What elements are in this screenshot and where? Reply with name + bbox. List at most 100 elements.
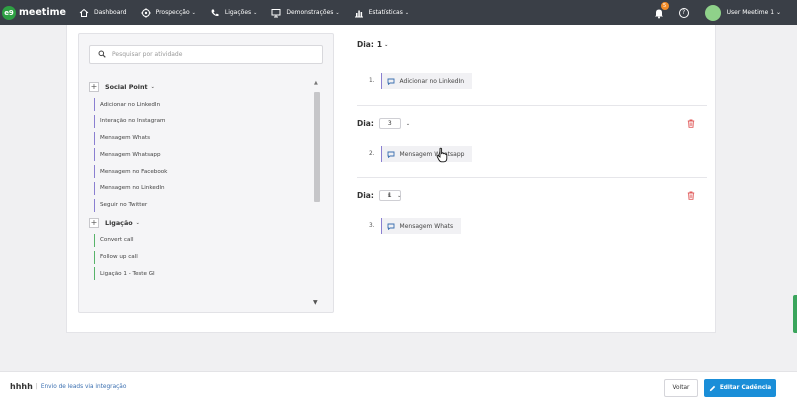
list-item[interactable]: Mensagem no Facebook (94, 165, 323, 179)
chevron-down-icon[interactable]: ⌄ (406, 121, 410, 127)
add-group-button[interactable]: + (89, 82, 99, 92)
logo-text: meetime (19, 7, 66, 18)
phone-icon (210, 8, 220, 18)
search-icon (98, 50, 106, 60)
cadence-name: hhhh (10, 382, 33, 391)
number-stepper-icon[interactable]: ⇕ (387, 193, 391, 199)
activity-scrollbar[interactable]: ▲ ▼ (313, 80, 321, 306)
list-item[interactable]: Interação no Instagram (94, 114, 323, 128)
day-header: Dia: 3 ⌄ (357, 118, 707, 129)
chevron-down-icon: ⌄ (404, 9, 410, 16)
group-title: Ligação (105, 218, 133, 227)
user-menu[interactable]: User Meetime 1 ⌄ (727, 9, 781, 16)
step-label: Adicionar no LinkedIn (399, 77, 465, 85)
hand-cursor-icon (436, 147, 448, 163)
top-navbar: e9 meetime Dashboard Prospecção ⌄ Ligaçõ… (0, 0, 797, 25)
scroll-up-arrow-icon[interactable]: ▲ (314, 80, 318, 86)
bar-chart-icon (354, 8, 364, 18)
day-header[interactable]: Dia: 1 ⌄ (357, 40, 707, 49)
nav-ligacoes[interactable]: Ligações ⌄ (210, 8, 258, 18)
chevron-down-icon[interactable]: ⌄ (397, 193, 401, 199)
notifications-button[interactable]: 5 (653, 1, 669, 21)
day-value: 1 (376, 40, 383, 49)
trash-icon[interactable] (687, 119, 695, 128)
day-label: Dia: (357, 119, 374, 128)
bottom-bar: hhhh | Envio de leads via integração Vol… (0, 371, 797, 401)
divider (357, 105, 707, 106)
group-title: Social Point (105, 83, 148, 91)
scroll-thumb[interactable] (314, 92, 320, 202)
nav-label: Estatísticas (368, 9, 403, 16)
monitor-icon (271, 8, 281, 18)
bell-icon (653, 9, 665, 21)
list-item[interactable]: Adicionar no LinkedIn (94, 98, 323, 111)
list-item[interactable]: Follow up call (94, 250, 323, 264)
notification-badge: 5 (660, 1, 669, 10)
nav-label: Ligações (224, 9, 252, 16)
cadence-editor-card: + Social Point ⌄ Adicionar no LinkedIn I… (66, 25, 716, 333)
step-chip[interactable]: Adicionar no LinkedIn (380, 73, 473, 89)
day-label: Dia: (357, 191, 374, 200)
day-header: Dia: 1 ⇕ ⌄ (357, 190, 707, 201)
brand-logo[interactable]: e9 meetime (0, 5, 70, 20)
step-number: 1. (369, 78, 375, 84)
chevron-down-icon: ⌄ (335, 9, 340, 16)
nav-label: Dashboard (94, 9, 127, 16)
target-icon (140, 7, 151, 18)
list-item[interactable]: Convert call (94, 233, 323, 247)
trash-icon[interactable] (687, 191, 695, 200)
step-number: 3. (369, 223, 375, 229)
divider (357, 177, 707, 178)
separator: | (35, 383, 38, 390)
chevron-down-icon: ⌄ (191, 9, 196, 16)
cadence-description: Envio de leads via integração (40, 383, 127, 390)
logo-mark: e9 (2, 5, 16, 20)
chat-icon (387, 223, 395, 230)
group-header-social-point[interactable]: + Social Point ⌄ (89, 80, 323, 94)
chevron-down-icon: ⌄ (135, 219, 140, 226)
step-row: 2. Mensagem Whatsapp (369, 146, 473, 162)
step-label: Mensagem Whatsapp (399, 150, 465, 158)
list-item[interactable]: Seguir no Twitter (94, 198, 323, 212)
activity-list: + Social Point ⌄ Adicionar no LinkedIn I… (89, 80, 323, 306)
list-item[interactable]: Mensagem Whatsapp (94, 148, 323, 162)
nav-label: Demonstrações (286, 9, 334, 16)
chevron-down-icon: ⌄ (150, 84, 155, 90)
step-chip[interactable]: Mensagem Whats (380, 218, 462, 234)
chat-icon (387, 151, 395, 158)
help-icon[interactable]: ? (678, 7, 689, 18)
step-number: 2. (369, 151, 375, 157)
list-item[interactable]: Ligação 1 - Teste GI (94, 267, 323, 281)
chat-icon (387, 78, 395, 85)
avatar[interactable] (704, 4, 721, 21)
nav-demonstracoes[interactable]: Demonstrações ⌄ (271, 8, 340, 18)
chevron-down-icon: ⌄ (384, 41, 389, 48)
chevron-down-icon: ⌄ (253, 9, 258, 16)
day-block-2: Dia: 3 ⌄ (357, 118, 707, 129)
step-label: Mensagem Whats (399, 222, 454, 230)
side-feedback-tab[interactable] (793, 295, 797, 333)
day-input[interactable]: 3 (378, 118, 401, 129)
nav-label: Prospecção (155, 9, 190, 16)
search-input[interactable] (112, 51, 312, 58)
activity-search[interactable] (89, 45, 323, 64)
add-group-button[interactable]: + (89, 217, 99, 228)
pencil-icon (709, 385, 716, 392)
step-row: 1. Adicionar no LinkedIn (369, 73, 473, 89)
nav-dashboard[interactable]: Dashboard (79, 8, 127, 18)
group-header-ligacao[interactable]: + Ligação ⌄ (89, 216, 323, 230)
scroll-down-arrow-icon[interactable]: ▼ (313, 299, 318, 306)
list-item[interactable]: Mensagem no LinkedIn (94, 181, 323, 195)
list-item[interactable]: Mensagem Whats (94, 131, 323, 145)
step-chip[interactable]: Mensagem Whatsapp (380, 146, 473, 162)
activity-panel: + Social Point ⌄ Adicionar no LinkedIn I… (78, 33, 334, 313)
nav-estatisticas[interactable]: Estatísticas ⌄ (354, 8, 409, 18)
back-button[interactable]: Voltar (664, 379, 698, 397)
day-block-3: Dia: 1 ⇕ ⌄ (357, 190, 707, 201)
edit-cadence-button[interactable]: Editar Cadência (704, 379, 776, 397)
edit-cadence-label: Editar Cadência (719, 385, 772, 391)
step-row: 3. Mensagem Whats (369, 218, 462, 234)
nav-prospeccao[interactable]: Prospecção ⌄ (140, 7, 196, 18)
day-label: Dia: (357, 40, 374, 49)
home-icon (79, 8, 89, 18)
